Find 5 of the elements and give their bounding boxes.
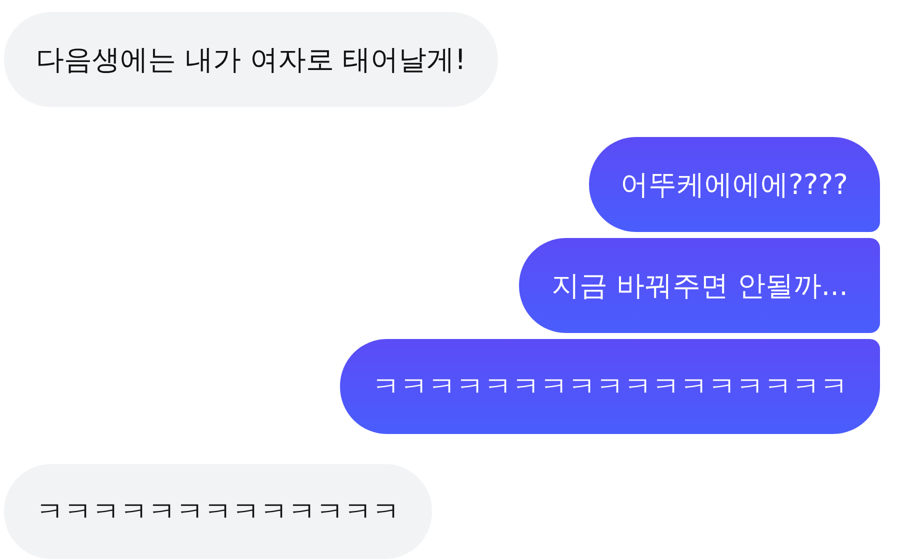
- sent-message: 지금 바꿔주면 안될까...: [519, 238, 880, 333]
- received-message: 다음생에는 내가 여자로 태어날게!: [4, 12, 498, 107]
- sent-message: 어뚜케에에에????: [588, 137, 880, 232]
- sent-message: ㅋㅋㅋㅋㅋㅋㅋㅋㅋㅋㅋㅋㅋㅋㅋㅋㅋ: [340, 339, 880, 434]
- received-message: ㅋㅋㅋㅋㅋㅋㅋㅋㅋㅋㅋㅋㅋ: [4, 464, 432, 559]
